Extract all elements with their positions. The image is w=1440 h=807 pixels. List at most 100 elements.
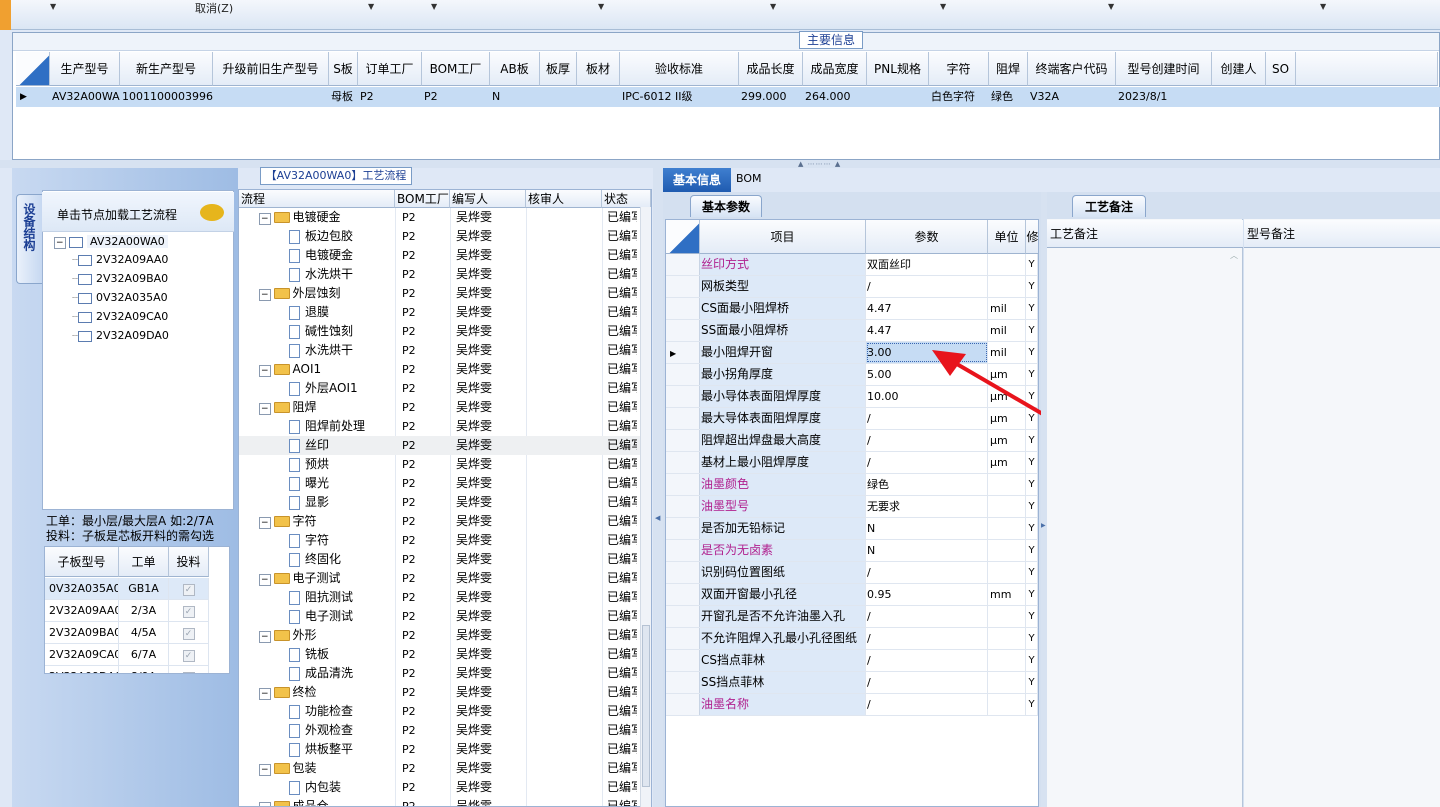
process-step-row[interactable]: 外观检查P2吴烨雯已编写 [239, 721, 651, 740]
process-group-row[interactable]: −AOI1P2吴烨雯已编写 [239, 360, 651, 379]
tab-process-notes[interactable]: 工艺备注 [1072, 195, 1146, 217]
collapse-icon[interactable]: − [259, 517, 271, 529]
param-row[interactable]: 是否为无卤素 N Y [666, 540, 1038, 562]
collapse-icon[interactable]: − [259, 403, 271, 415]
table-cell[interactable] [1212, 87, 1266, 107]
col-header-flow[interactable]: 流程 [239, 190, 395, 208]
chevron-down-icon[interactable]: ▼ [940, 2, 946, 11]
chevron-down-icon[interactable]: ▼ [1320, 2, 1326, 11]
process-step-row[interactable]: 电镀硬金P2吴烨雯已编写 [239, 246, 651, 265]
table-cell[interactable]: 2V32A09DA0 [45, 666, 119, 673]
col-header-process-notes[interactable]: 工艺备注 [1047, 220, 1243, 248]
col-header[interactable]: 新生产型号 [120, 52, 213, 86]
col-header[interactable]: 子板型号 [45, 547, 119, 577]
table-cell[interactable] [540, 87, 577, 107]
col-header-writer[interactable]: 编写人 [450, 190, 526, 208]
table-cell[interactable] [577, 87, 620, 107]
table-cell[interactable]: 10011000039963 [120, 87, 213, 107]
collapse-icon[interactable]: − [259, 213, 271, 225]
col-header[interactable]: 板材 [577, 52, 620, 86]
process-group-row[interactable]: −字符P2吴烨雯已编写 [239, 512, 651, 531]
feed-checkbox[interactable]: ✓ [182, 672, 195, 673]
node-checkbox-icon[interactable] [78, 330, 93, 342]
param-value[interactable]: 0.95 [866, 584, 988, 605]
col-header[interactable]: 型号创建时间 [1116, 52, 1212, 86]
process-step-row[interactable]: 铣板P2吴烨雯已编写 [239, 645, 651, 664]
process-step-row[interactable]: 退膜P2吴烨雯已编写 [239, 303, 651, 322]
col-header[interactable]: AB板 [490, 52, 540, 86]
cancel-button[interactable]: 取消(Z) [195, 0, 233, 16]
col-header[interactable]: SO [1266, 52, 1296, 86]
node-checkbox-icon[interactable] [78, 254, 93, 266]
process-step-row[interactable]: 水洗烘干P2吴烨雯已编写 [239, 265, 651, 284]
process-group-row[interactable]: −阻焊P2吴烨雯已编写 [239, 398, 651, 417]
feed-checkbox[interactable]: ✓ [182, 650, 195, 662]
process-step-row[interactable]: 板边包胶P2吴烨雯已编写 [239, 227, 651, 246]
chevron-down-icon[interactable]: ▼ [368, 2, 374, 11]
tree-root-node[interactable]: − AV32A00WA0 [54, 234, 168, 250]
param-row[interactable]: 网板类型 / Y [666, 276, 1038, 298]
tree-child-node[interactable]: ┄ 2V32A09CA0 [72, 309, 168, 325]
process-step-row[interactable]: 显影P2吴烨雯已编写 [239, 493, 651, 512]
col-header[interactable]: PNL规格 [867, 52, 929, 86]
table-cell[interactable]: P2 [422, 87, 490, 107]
tab-basic-info[interactable]: 基本信息 [663, 168, 731, 192]
param-row[interactable]: 识别码位置图纸 / Y [666, 562, 1038, 584]
chevron-down-icon[interactable]: ▼ [50, 2, 56, 11]
col-header[interactable]: 成品长度 [739, 52, 803, 86]
tree-child-node[interactable]: ┄ 2V32A09AA0 [72, 252, 168, 268]
table-cell[interactable]: 2V32A09AA0 [45, 600, 119, 622]
collapse-icon[interactable]: − [259, 688, 271, 700]
splitter-arrow-icon[interactable]: ▶ [1041, 522, 1046, 529]
col-header-model-notes[interactable]: 型号备注 [1244, 220, 1440, 248]
collapse-icon[interactable]: − [259, 365, 271, 377]
col-header-status[interactable]: 状态 [602, 190, 651, 208]
process-step-row[interactable]: 终固化P2吴烨雯已编写 [239, 550, 651, 569]
tree-child-node[interactable]: ┄ 2V32A09BA0 [72, 271, 168, 287]
col-header[interactable]: 阻焊 [989, 52, 1028, 86]
param-row[interactable]: 不允许阻焊入孔最小孔径图纸 / Y [666, 628, 1038, 650]
param-row[interactable]: 双面开窗最小孔径 0.95 mm Y [666, 584, 1038, 606]
process-step-row[interactable]: 成品清洗P2吴烨雯已编写 [239, 664, 651, 683]
process-step-row[interactable]: 曝光P2吴烨雯已编写 [239, 474, 651, 493]
table-cell[interactable]: V32A [1028, 87, 1116, 107]
col-header[interactable]: 投料 [169, 547, 209, 577]
node-checkbox-icon[interactable] [78, 311, 93, 323]
process-step-row[interactable]: 外层AOI1P2吴烨雯已编写 [239, 379, 651, 398]
table-cell[interactable]: P2 [358, 87, 422, 107]
col-header-bom[interactable]: BOM工厂 [395, 190, 450, 208]
collapse-icon[interactable]: − [259, 631, 271, 643]
chevron-down-icon[interactable]: ▼ [770, 2, 776, 11]
process-step-row[interactable]: 内包装P2吴烨雯已编写 [239, 778, 651, 797]
table-cell[interactable] [213, 87, 329, 107]
table-cell[interactable]: GB1A [119, 578, 169, 600]
col-header[interactable]: 终端客户代码 [1028, 52, 1116, 86]
table-cell[interactable]: N [490, 87, 540, 107]
param-value[interactable]: / [866, 276, 988, 297]
param-value[interactable]: / [866, 694, 988, 715]
param-row[interactable]: 丝印方式 双面丝印 Y [666, 254, 1038, 276]
param-value[interactable]: / [866, 606, 988, 627]
param-row[interactable]: 开窗孔是否不允许油墨入孔 / Y [666, 606, 1038, 628]
col-header[interactable]: 字符 [929, 52, 989, 86]
chevron-down-icon[interactable]: ▼ [598, 2, 604, 11]
col-header[interactable]: 订单工厂 [358, 52, 422, 86]
tree-child-node[interactable]: ┄ 2V32A09DA0 [72, 328, 169, 344]
process-group-row[interactable]: −终检P2吴烨雯已编写 [239, 683, 651, 702]
process-step-row[interactable]: 阻焊前处理P2吴烨雯已编写 [239, 417, 651, 436]
param-row[interactable]: SS面最小阻焊桥 4.47 mil Y [666, 320, 1038, 342]
process-group-row[interactable]: −电子测试P2吴烨雯已编写 [239, 569, 651, 588]
scrollbar-thumb[interactable] [642, 625, 650, 787]
process-step-row[interactable]: 预烘P2吴烨雯已编写 [239, 455, 651, 474]
tree-child-node[interactable]: ┄ 0V32A035A0 [72, 290, 168, 306]
horizontal-splitter[interactable]: ▲ ⋯⋯⋯ ▲ [0, 160, 1440, 168]
param-value[interactable]: N [866, 540, 988, 561]
process-scrollbar[interactable] [640, 207, 651, 807]
table-cell[interactable]: 4/5A [119, 622, 169, 644]
process-group-row[interactable]: −外形P2吴烨雯已编写 [239, 626, 651, 645]
process-group-row[interactable]: −包装P2吴烨雯已编写 [239, 759, 651, 778]
table-cell[interactable]: 绿色 [989, 87, 1028, 107]
collapse-icon[interactable]: − [54, 237, 66, 249]
tab-device-structure[interactable]: 设备结构 [16, 194, 42, 284]
col-header[interactable]: 成品宽度 [803, 52, 867, 86]
